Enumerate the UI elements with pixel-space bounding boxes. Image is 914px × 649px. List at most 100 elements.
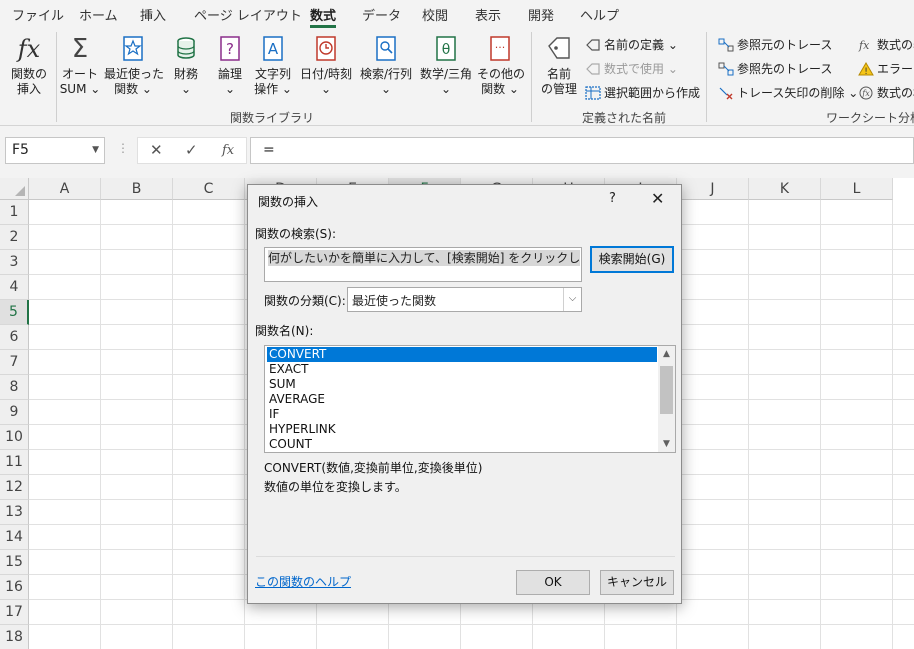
- tab-data[interactable]: データ: [362, 5, 401, 24]
- row-header-17[interactable]: 17: [0, 600, 29, 625]
- name-box[interactable]: F5 ▼: [5, 137, 105, 164]
- row-header-11[interactable]: 11: [0, 450, 29, 475]
- row-header-1[interactable]: 1: [0, 200, 29, 225]
- datetime-button[interactable]: 日付/時刻 ⌄: [297, 34, 355, 97]
- function-search-input[interactable]: 何がしたいかを簡単に入力して、[検索開始] をクリックしてください。: [264, 247, 582, 282]
- tab-developer[interactable]: 開発: [528, 5, 554, 24]
- trace-precedents-icon: [718, 38, 734, 52]
- autosum-button[interactable]: Σ オート SUM ⌄: [58, 34, 102, 97]
- scrollbar-thumb[interactable]: [660, 366, 673, 414]
- search-start-button[interactable]: 検索開始(G): [590, 246, 674, 273]
- ribbon-separator: [531, 32, 532, 122]
- column-header-a[interactable]: A: [29, 178, 101, 200]
- function-list-scrollbar[interactable]: ▲ ▼: [658, 346, 675, 452]
- logical-label-2: ⌄: [224, 82, 236, 96]
- column-header-l[interactable]: L: [821, 178, 893, 200]
- column-header-j[interactable]: J: [677, 178, 749, 200]
- use-in-formula-button[interactable]: 数式で使用 ⌄: [585, 60, 678, 77]
- logical-button[interactable]: ? 論理 ⌄: [210, 34, 250, 97]
- tab-review[interactable]: 校閲: [422, 5, 448, 24]
- formula-input[interactable]: =: [250, 137, 914, 164]
- lookup-label-2: ⌄: [380, 82, 392, 96]
- row-header-13[interactable]: 13: [0, 500, 29, 525]
- tab-file[interactable]: ファイル: [12, 5, 64, 24]
- tab-insert[interactable]: 挿入: [140, 5, 166, 24]
- column-header-k[interactable]: K: [749, 178, 821, 200]
- function-list-item[interactable]: CONVERT: [267, 347, 657, 362]
- chevron-down-icon[interactable]: ▼: [92, 145, 99, 155]
- function-description: 数値の単位を変換します。: [264, 480, 407, 494]
- row-header-16[interactable]: 16: [0, 575, 29, 600]
- recently-used-label-2: 関数 ⌄: [114, 82, 152, 96]
- recently-used-button[interactable]: 最近使った 関数 ⌄: [104, 34, 164, 97]
- function-list-item[interactable]: HYPERLINK: [267, 422, 657, 437]
- confirm-entry-icon[interactable]: ✓: [185, 141, 198, 159]
- select-all-corner[interactable]: [0, 178, 29, 200]
- cancel-entry-icon[interactable]: ✕: [150, 141, 163, 159]
- scroll-down-icon[interactable]: ▼: [658, 436, 675, 452]
- remove-arrows-button[interactable]: トレース矢印の削除 ⌄: [718, 84, 858, 101]
- function-list-item[interactable]: SUM: [267, 377, 657, 392]
- tab-view[interactable]: 表示: [475, 5, 501, 24]
- function-list-item[interactable]: AVERAGE: [267, 392, 657, 407]
- scroll-up-icon[interactable]: ▲: [658, 346, 675, 362]
- insert-function-button[interactable]: fx 関数の 挿入: [8, 34, 50, 97]
- row-header-6[interactable]: 6: [0, 325, 29, 350]
- close-icon[interactable]: ✕: [651, 189, 664, 208]
- function-list-item[interactable]: EXACT: [267, 362, 657, 377]
- error-checking-button[interactable]: ! エラー チ: [858, 60, 914, 77]
- column-header-b[interactable]: B: [101, 178, 173, 200]
- cancel-button[interactable]: キャンセル: [600, 570, 674, 595]
- insert-function-icon[interactable]: fx: [222, 143, 234, 158]
- evaluate-formula-button[interactable]: fx 数式の検: [858, 84, 914, 101]
- trace-dependents-button[interactable]: 参照先のトレース: [718, 60, 832, 77]
- text-functions-button[interactable]: A 文字列 操作 ⌄: [252, 34, 294, 97]
- show-formulas-button[interactable]: fx 数式の表: [858, 36, 914, 53]
- row-header-10[interactable]: 10: [0, 425, 29, 450]
- row-header-8[interactable]: 8: [0, 375, 29, 400]
- function-list[interactable]: ▲ ▼ CONVERT EXACT SUM AVERAGE IF HYPERLINK COU…: [264, 345, 676, 453]
- define-name-button[interactable]: 名前の定義 ⌄: [585, 36, 678, 53]
- math-trig-button[interactable]: θ 数学/三角 ⌄: [417, 34, 475, 97]
- category-select[interactable]: 最近使った関数 ⌵: [347, 287, 582, 312]
- function-help-link[interactable]: この関数のヘルプ: [255, 573, 351, 590]
- row-header-3[interactable]: 3: [0, 250, 29, 275]
- tab-page-layout[interactable]: ページ レイアウト: [194, 5, 302, 24]
- row-header-4[interactable]: 4: [0, 275, 29, 300]
- trace-precedents-button[interactable]: 参照元のトレース: [718, 36, 832, 53]
- ok-button[interactable]: OK: [516, 570, 590, 595]
- tab-formulas[interactable]: 数式: [310, 5, 336, 24]
- search-input-text: 何がしたいかを簡単に入力して、[検索開始] をクリックしてください。: [268, 250, 580, 266]
- math-trig-label-2: ⌄: [440, 82, 452, 96]
- column-header-c[interactable]: C: [173, 178, 245, 200]
- insert-function-dialog: 関数の挿入 ? ✕ 関数の検索(S): 何がしたいかを簡単に入力して、[検索開始…: [247, 184, 682, 604]
- formula-bar: F5 ▼ ⋮ ✕ ✓ fx =: [0, 126, 914, 178]
- function-list-item[interactable]: COUNT: [267, 437, 657, 452]
- row-header-14[interactable]: 14: [0, 525, 29, 550]
- create-from-selection-button[interactable]: 選択範囲から作成: [585, 84, 700, 101]
- theta-book-icon: θ: [417, 34, 475, 64]
- remove-arrows-icon: [718, 86, 734, 100]
- tab-home[interactable]: ホーム: [79, 5, 118, 24]
- row-header-18[interactable]: 18: [0, 625, 29, 649]
- name-manager-label-1: 名前: [546, 67, 571, 81]
- financial-label-2: ⌄: [180, 82, 192, 96]
- help-icon[interactable]: ?: [609, 191, 616, 206]
- row-header-9[interactable]: 9: [0, 400, 29, 425]
- row-header-15[interactable]: 15: [0, 550, 29, 575]
- row-header-5[interactable]: 5: [0, 300, 29, 325]
- error-checking-label: エラー チ: [877, 62, 914, 76]
- name-manager-button[interactable]: 名前 の管理: [538, 34, 580, 97]
- more-functions-button[interactable]: ··· その他の 関数 ⌄: [477, 34, 525, 97]
- function-list-item[interactable]: IF: [267, 407, 657, 422]
- formula-bar-grip[interactable]: ⋮: [117, 141, 129, 155]
- row-header-2[interactable]: 2: [0, 225, 29, 250]
- financial-button[interactable]: 財務 ⌄: [166, 34, 206, 97]
- tab-help[interactable]: ヘルプ: [580, 5, 619, 24]
- dialog-title: 関数の挿入: [258, 195, 319, 209]
- row-header-7[interactable]: 7: [0, 350, 29, 375]
- row-header-12[interactable]: 12: [0, 475, 29, 500]
- tag-icon: [538, 34, 580, 64]
- chevron-down-icon[interactable]: ⌵: [563, 288, 581, 311]
- lookup-button[interactable]: 検索/行列 ⌄: [357, 34, 415, 97]
